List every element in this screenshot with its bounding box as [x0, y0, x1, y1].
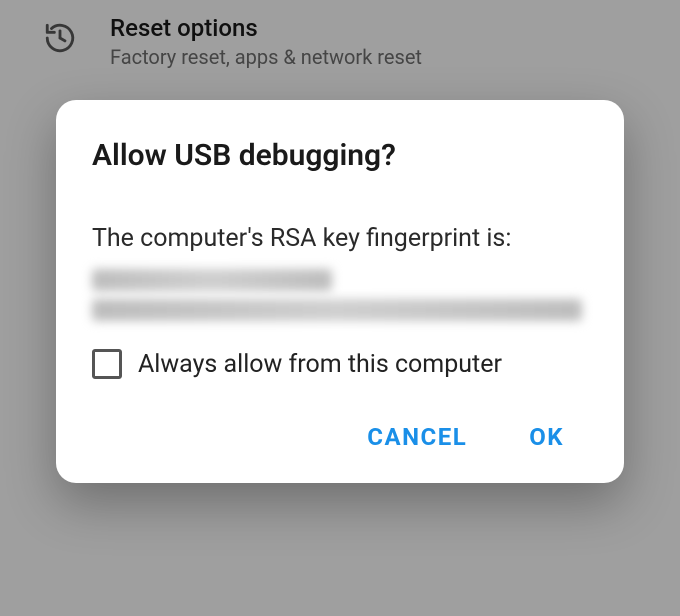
checkbox-label: Always allow from this computer	[138, 350, 502, 379]
dialog-message: The computer's RSA key fingerprint is:	[92, 221, 588, 257]
checkbox-icon[interactable]	[92, 349, 122, 379]
always-allow-checkbox-row[interactable]: Always allow from this computer	[92, 349, 588, 379]
dialog-title: Allow USB debugging?	[92, 138, 588, 173]
usb-debugging-dialog: Allow USB debugging? The computer's RSA …	[56, 100, 624, 483]
fingerprint-line-blurred	[92, 299, 582, 321]
rsa-fingerprint-block	[92, 269, 588, 329]
dialog-actions: CANCEL OK	[92, 415, 588, 459]
cancel-button[interactable]: CANCEL	[367, 415, 467, 459]
fingerprint-line-blurred	[92, 269, 332, 291]
ok-button[interactable]: OK	[529, 415, 564, 459]
